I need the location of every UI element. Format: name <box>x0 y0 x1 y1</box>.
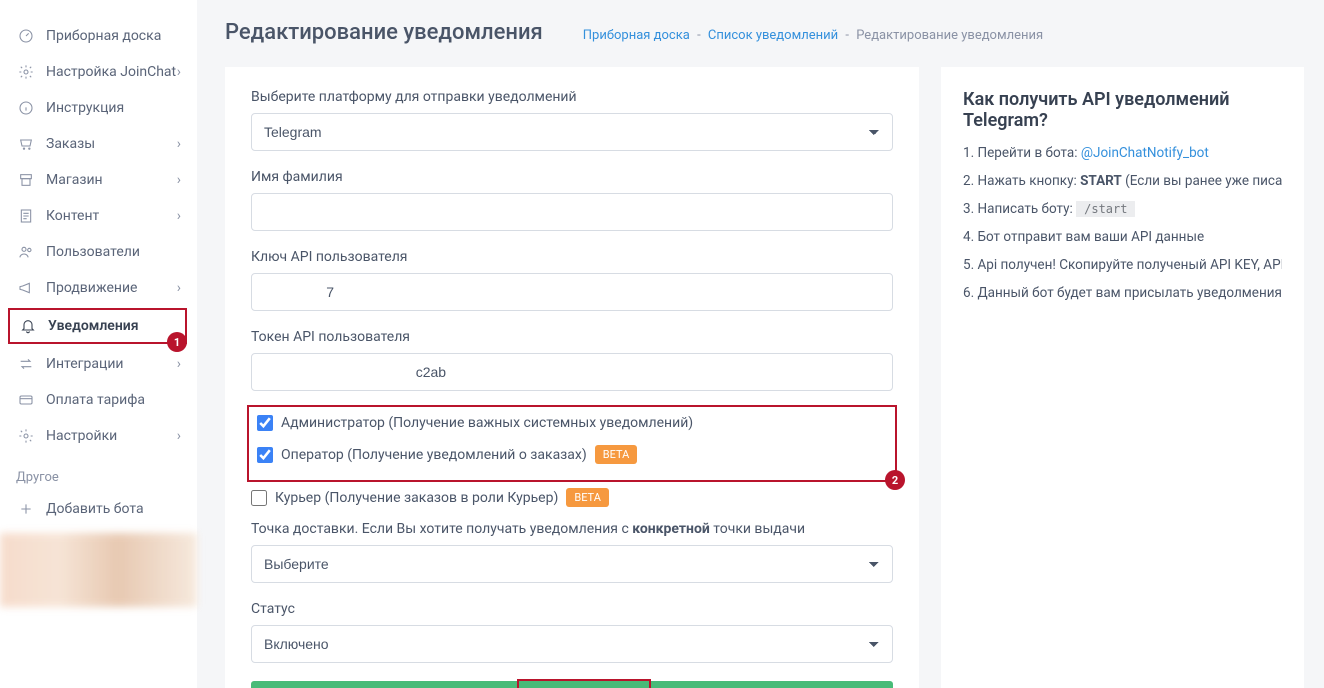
nav-label: Заказы <box>46 136 177 152</box>
nav-payment[interactable]: Оплата тарифа <box>0 382 197 418</box>
nav-label: Добавить бота <box>46 501 181 517</box>
name-input[interactable] <box>251 193 893 231</box>
chevron-right-icon: › <box>177 280 181 296</box>
document-icon <box>16 208 36 224</box>
role-checks-highlight: Администратор (Получение важных системны… <box>247 405 897 482</box>
nav-section-other: Другое <box>0 454 197 491</box>
info-icon <box>16 100 36 116</box>
help-title: Как получить API уведолмений Telegram? <box>963 89 1282 131</box>
chevron-right-icon: › <box>177 136 181 152</box>
chevron-right-icon: › <box>177 356 181 372</box>
nav-label: Оплата тарифа <box>46 392 181 408</box>
beta-badge: BETA <box>595 445 638 464</box>
nav-settings[interactable]: Настройки › <box>0 418 197 454</box>
nav-label: Интеграции <box>46 356 177 372</box>
nav-label: Настройки <box>46 428 177 444</box>
nav-label: Продвижение <box>46 280 177 296</box>
gear-icon <box>16 64 36 80</box>
apikey-input[interactable] <box>251 273 893 311</box>
megaphone-icon <box>16 280 36 296</box>
main-content: Редактирование уведомления Приборная дос… <box>197 0 1324 688</box>
cart-icon <box>16 136 36 152</box>
store-icon <box>16 172 36 188</box>
courier-check-label: Курьер (Получение заказов в роли Курьер) <box>275 490 558 506</box>
nav-label: Настройка JoinChat <box>46 64 177 80</box>
nav-promotion[interactable]: Продвижение › <box>0 270 197 306</box>
nav-label: Уведомления <box>48 318 177 334</box>
operator-checkbox[interactable] <box>257 447 273 463</box>
notification-form: Выберите платформу для отправки уведолме… <box>225 67 919 688</box>
nav-orders[interactable]: Заказы › <box>0 126 197 162</box>
delivery-select[interactable]: Выберите <box>251 545 893 583</box>
code-pill: /start <box>1076 201 1135 217</box>
token-input[interactable] <box>251 353 893 391</box>
token-label: Токен API пользователя <box>251 329 893 345</box>
nav-users[interactable]: Пользователи <box>0 234 197 270</box>
arrows-icon <box>16 356 36 372</box>
cog-icon <box>16 428 36 444</box>
chevron-right-icon: › <box>177 208 181 224</box>
sidebar-footer-blur <box>0 533 197 607</box>
nav-label: Контент <box>46 208 177 224</box>
users-icon <box>16 244 36 260</box>
platform-label: Выберите платформу для отправки уведолме… <box>251 89 893 105</box>
nav-label: Приборная доска <box>46 28 181 44</box>
status-select[interactable]: Включено <box>251 625 893 663</box>
platform-select[interactable]: Telegram <box>251 113 893 151</box>
nav-label: Магазин <box>46 172 177 188</box>
nav-label: Пользователи <box>46 244 181 260</box>
breadcrumb-link-dashboard[interactable]: Приборная доска <box>583 28 690 43</box>
operator-check-label: Оператор (Получение уведомлений о заказа… <box>281 447 587 463</box>
apikey-label: Ключ API пользователя <box>251 249 893 265</box>
beta-badge: BETA <box>566 488 609 507</box>
card-icon <box>16 392 36 408</box>
help-panel: Как получить API уведолмений Telegram? 1… <box>941 67 1304 688</box>
page-header: Редактирование уведомления Приборная дос… <box>225 20 1304 45</box>
chevron-right-icon: › <box>177 172 181 188</box>
breadcrumb-current: Редактирование уведомления <box>856 28 1043 43</box>
chevron-right-icon: › <box>177 428 181 444</box>
delivery-label: Точка доставки. Если Вы хотите получать … <box>251 521 893 537</box>
nav-label: Инструкция <box>46 100 181 116</box>
nav-instructions[interactable]: Инструкция <box>0 90 197 126</box>
save-row: Сохранить 3 <box>251 681 893 688</box>
page-title: Редактирование уведомления <box>225 20 543 45</box>
help-steps: 1. Перейти в бота: @JoinChatNotify_bot 2… <box>963 145 1282 301</box>
bell-icon <box>18 318 38 334</box>
gauge-icon <box>16 28 36 44</box>
save-button[interactable]: Сохранить <box>251 681 893 688</box>
status-label: Статус <box>251 601 893 617</box>
plus-icon <box>16 501 36 517</box>
nav-joinchat-settings[interactable]: Настройка JoinChat › <box>0 54 197 90</box>
nav-content[interactable]: Контент › <box>0 198 197 234</box>
sidebar: Приборная доска Настройка JoinChat › Инс… <box>0 0 197 688</box>
admin-checkbox[interactable] <box>257 415 273 431</box>
breadcrumb: Приборная доска - Список уведомлений - Р… <box>583 28 1043 43</box>
admin-check-label: Администратор (Получение важных системны… <box>281 415 693 431</box>
nav-integrations[interactable]: Интеграции › <box>0 346 197 382</box>
annotation-marker-2: 2 <box>885 470 905 490</box>
courier-checkbox[interactable] <box>251 490 267 506</box>
nav-notifications[interactable]: Уведомления 1 <box>8 308 187 344</box>
bot-link[interactable]: @JoinChatNotify_bot <box>1081 145 1209 161</box>
breadcrumb-link-list[interactable]: Список уведомлений <box>708 28 838 43</box>
nav-shop[interactable]: Магазин › <box>0 162 197 198</box>
name-label: Имя фамилия <box>251 169 893 185</box>
nav-dashboard[interactable]: Приборная доска <box>0 18 197 54</box>
chevron-right-icon: › <box>177 64 181 80</box>
nav-add-bot[interactable]: Добавить бота <box>0 491 197 527</box>
